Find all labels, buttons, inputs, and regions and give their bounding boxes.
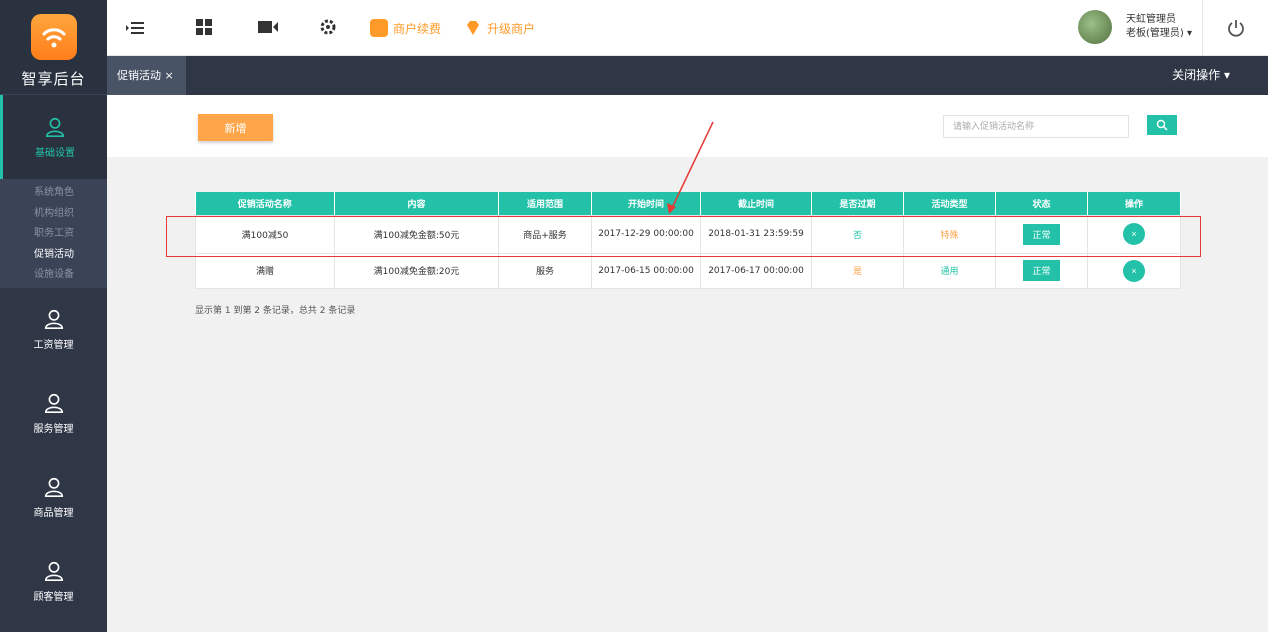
user-role: 老板(管理员) ▾ <box>1125 28 1192 39</box>
upgrade-label: 升级商户 <box>487 21 536 36</box>
brand: 智享后台 <box>0 0 107 95</box>
annotation-highlight-box <box>166 216 1201 257</box>
sidebar-item-customers[interactable]: 顾客管理 <box>0 540 107 624</box>
submenu-item-devices[interactable]: 设施设备 <box>34 265 107 286</box>
table-row: 满赠 满100减免金额:20元 服务 2017-06-15 00:00:00 2… <box>195 252 1181 289</box>
tab-promotions[interactable]: 促销活动 × <box>107 56 186 95</box>
renew-merchant-link[interactable]: 商户续费 <box>370 19 441 37</box>
person-icon <box>44 309 63 329</box>
col-header[interactable]: 活动类型 <box>903 192 996 215</box>
submenu-item-salary[interactable]: 职务工资 <box>34 224 107 245</box>
renew-label: 商户续费 <box>393 21 442 36</box>
user-name: 天虹管理员 <box>1125 14 1176 25</box>
cell-end: 2017-06-17 00:00:00 <box>700 252 812 289</box>
person-icon <box>44 393 63 413</box>
table-header-row: 促销活动名称 内容 适用范围 开始时间 截止时间 是否过期 活动类型 状态 操作 <box>195 192 1181 215</box>
upgrade-merchant-link[interactable]: 升级商户 <box>464 19 535 37</box>
cell-name: 满赠 <box>195 252 335 289</box>
col-header[interactable]: 操作 <box>1087 192 1181 215</box>
pagination-info: 显示第 1 到第 2 条记录，总共 2 条记录 <box>195 306 356 316</box>
delete-button[interactable]: × <box>1123 259 1145 282</box>
sidebar-item-label: 顾客管理 <box>33 592 74 603</box>
col-header[interactable]: 开始时间 <box>591 192 701 215</box>
power-icon[interactable] <box>1202 0 1268 56</box>
toolbar: 新增 <box>107 95 1268 157</box>
submenu-item-org[interactable]: 机构组织 <box>34 204 107 225</box>
sidebar-item-label: 基础设置 <box>35 147 75 159</box>
cell-expired: 是 <box>811 252 904 289</box>
cell-start: 2017-06-15 00:00:00 <box>591 252 701 289</box>
diamond-icon <box>467 21 479 35</box>
sidebar-item-services[interactable]: 服务管理 <box>0 372 107 456</box>
cell-status: 正常 <box>995 252 1088 289</box>
sidebar-item-label: 商品管理 <box>33 508 74 519</box>
topbar: 商户续费 升级商户 天虹管理员 老板(管理员) ▾ <box>107 0 1268 56</box>
search-button[interactable] <box>1147 115 1177 135</box>
status-button[interactable]: 正常 <box>1023 260 1060 281</box>
cell-type: 通用 <box>903 252 996 289</box>
sidebar-item-label: 工资管理 <box>33 340 74 351</box>
col-header[interactable]: 状态 <box>995 192 1088 215</box>
cell-content: 满100减免金额:20元 <box>334 252 499 289</box>
person-icon <box>44 477 63 497</box>
avatar <box>1077 10 1112 44</box>
sidebar-submenu: 系统角色 机构组织 职务工资 促销活动 设施设备 <box>0 179 107 288</box>
cell-scope: 服务 <box>498 252 592 289</box>
wallet-icon <box>370 19 388 37</box>
col-header[interactable]: 截止时间 <box>700 192 812 215</box>
grid-icon[interactable] <box>194 18 214 38</box>
cell-op: × <box>1087 252 1181 289</box>
col-header[interactable]: 促销活动名称 <box>195 192 335 215</box>
person-icon <box>44 561 63 581</box>
sidebar: 智享后台 基础设置 系统角色 机构组织 职务工资 促销活动 设施设备 工资管理 … <box>0 0 107 632</box>
sidebar-item-salary[interactable]: 工资管理 <box>0 288 107 372</box>
submenu-item-roles[interactable]: 系统角色 <box>34 183 107 204</box>
add-button[interactable]: 新增 <box>198 114 273 141</box>
user-menu[interactable]: 天虹管理员 老板(管理员) ▾ <box>1077 10 1192 44</box>
wifi-logo-icon <box>30 14 77 60</box>
tabbar: 促销活动 × 关闭操作 ▾ <box>107 56 1268 95</box>
col-header[interactable]: 是否过期 <box>811 192 904 215</box>
col-header[interactable]: 内容 <box>334 192 499 215</box>
search-input[interactable] <box>943 115 1129 138</box>
close-operations-dropdown[interactable]: 关闭操作 ▾ <box>1172 56 1230 95</box>
col-header[interactable]: 适用范围 <box>498 192 592 215</box>
submenu-item-promotions[interactable]: 促销活动 <box>34 245 107 266</box>
sidebar-item-label: 服务管理 <box>33 424 74 435</box>
brand-title: 智享后台 <box>21 70 86 88</box>
collapse-menu-icon[interactable] <box>125 18 145 38</box>
person-icon <box>45 117 65 137</box>
sidebar-item-products[interactable]: 商品管理 <box>0 456 107 540</box>
search-icon <box>1156 119 1168 131</box>
sidebar-item-basic-settings[interactable]: 基础设置 <box>0 95 107 179</box>
video-icon[interactable] <box>257 18 278 38</box>
gear-icon[interactable] <box>318 18 338 38</box>
